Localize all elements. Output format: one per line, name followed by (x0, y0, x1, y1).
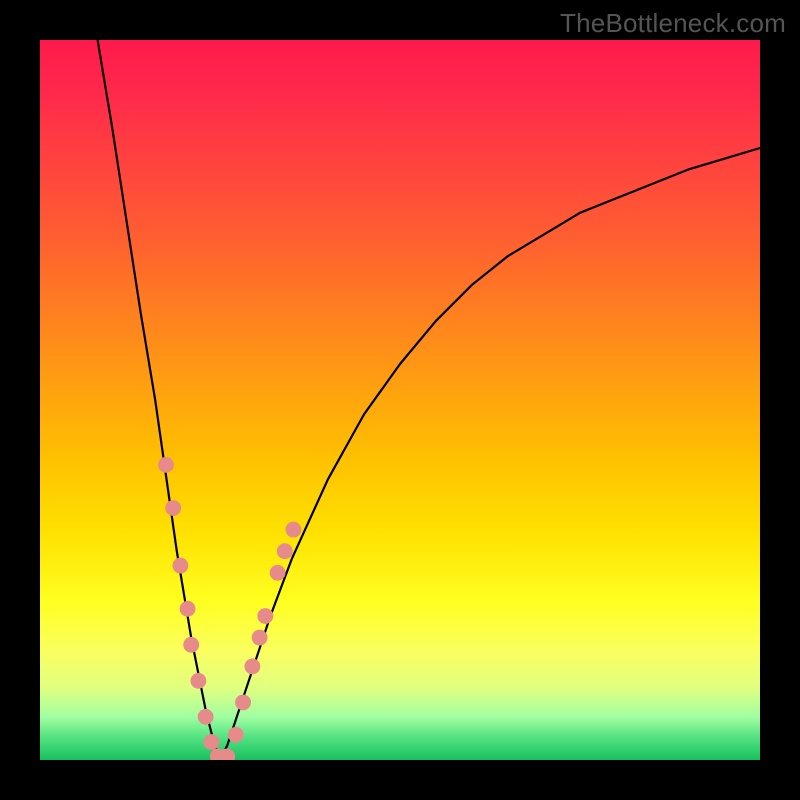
marker-dot (277, 543, 293, 559)
marker-dot (252, 630, 268, 646)
marker-dot (183, 637, 199, 653)
marker-dot (198, 709, 214, 725)
series-curve-right (220, 148, 760, 760)
marker-dot (270, 565, 286, 581)
marker-dot (180, 601, 196, 617)
marker-dot (158, 457, 174, 473)
marker-dot (244, 658, 260, 674)
marker-dot (257, 608, 273, 624)
marker-dot (228, 727, 244, 743)
marker-dot (190, 673, 206, 689)
marker-dot (165, 500, 181, 516)
chart-frame: TheBottleneck.com (0, 0, 800, 800)
watermark-text: TheBottleneck.com (560, 8, 786, 39)
marker-dot (172, 558, 188, 574)
marker-dot (203, 734, 219, 750)
series-curve-left (98, 40, 220, 760)
marker-dot (235, 694, 251, 710)
marker-dot (286, 522, 302, 538)
plot-area (40, 40, 760, 760)
chart-svg (40, 40, 760, 760)
